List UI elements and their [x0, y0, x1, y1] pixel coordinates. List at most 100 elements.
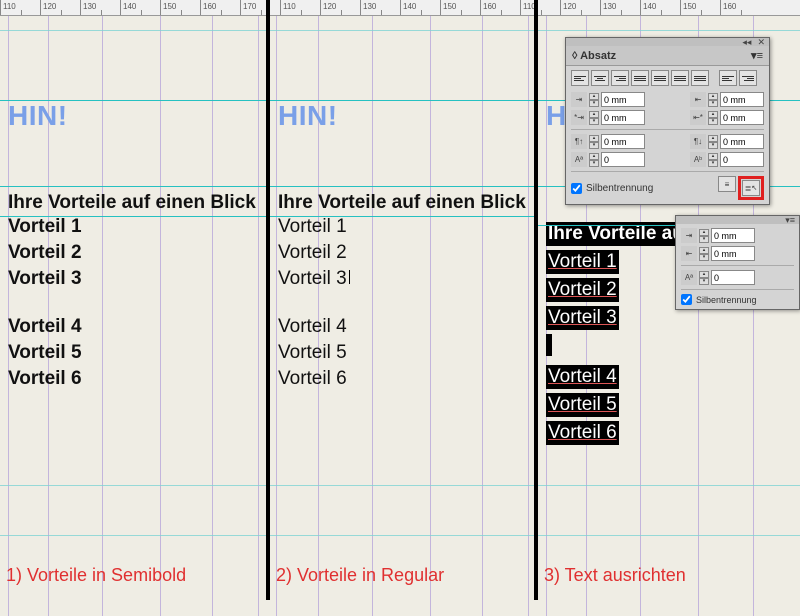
hyphenation-label: Silbentrennung	[696, 295, 757, 305]
list-item: Vorteil 1	[8, 214, 256, 240]
value-input[interactable]	[711, 270, 755, 285]
collapse-icon[interactable]: ◂◂	[742, 37, 751, 48]
panel-grip[interactable]: ◂◂ ✕	[566, 38, 769, 46]
list-item: Vorteil 4	[278, 314, 526, 340]
ruler-top: 110 120 130 140 150 160 170 110 120 130 …	[0, 0, 800, 16]
list-item: Vorteil 5	[8, 340, 256, 366]
list-item: Vorteil 2	[8, 240, 256, 266]
list-item: Vorteil 6	[278, 366, 526, 392]
ruler-tick: 160	[200, 0, 240, 15]
close-icon[interactable]: ✕	[757, 37, 765, 48]
list-item: Vorteil 2	[278, 240, 526, 266]
ruler-tick: 150	[160, 0, 200, 15]
vorteile-list[interactable]: Vorteil 1 Vorteil 2 Vorteil 3 Vorteil 4 …	[8, 214, 256, 392]
ruler-tick: 110	[0, 0, 40, 15]
spinner[interactable]: ▴▾	[699, 271, 709, 285]
space-before-input[interactable]	[601, 134, 645, 149]
list-item: Vorteil 4	[8, 314, 256, 340]
spinner[interactable]: ▴▾	[699, 229, 709, 243]
panel-tab[interactable]: ◊ Absatz ▾≡	[566, 46, 769, 66]
vorteile-list[interactable]: Vorteil 1 Vorteil 2 Vorteil 3 Vorteil 4 …	[278, 214, 526, 392]
panel-menu-icon[interactable]: ▾≡	[785, 215, 795, 226]
dropcap-icon: Aª	[681, 270, 697, 285]
spinner[interactable]: ▴▾	[708, 153, 718, 167]
justify-left-button[interactable]	[631, 70, 649, 86]
spinner[interactable]: ▴▾	[589, 153, 599, 167]
ruler-tick: 150	[440, 0, 480, 15]
no-shading-button[interactable]: ≡	[718, 176, 736, 192]
right-indent-input[interactable]	[720, 92, 764, 107]
ruler-tick: 120	[40, 0, 80, 15]
justify-right-button[interactable]	[671, 70, 689, 86]
list-item: Vorteil 3	[8, 266, 256, 292]
spinner[interactable]: ▴▾	[708, 93, 718, 107]
spinner[interactable]: ▴▾	[699, 247, 709, 261]
space-after-icon: ¶↓	[690, 134, 706, 149]
ruler-tick: 130	[360, 0, 400, 15]
spinner[interactable]: ▴▾	[708, 111, 718, 125]
absatz-panel[interactable]: ◂◂ ✕ ◊ Absatz ▾≡ ⇥▴▾ ⇤▴▾ *⇥▴▾ ⇤*▴▾	[565, 37, 770, 205]
dropcap-chars-icon: Aᵇ	[690, 152, 706, 167]
right-indent-icon: ⇤	[690, 92, 706, 107]
ruler-tick: 140	[640, 0, 680, 15]
ruler-tick: 130	[600, 0, 640, 15]
align-to-baseline-button[interactable]: ≣↖	[738, 176, 764, 200]
justify-all-button[interactable]	[691, 70, 709, 86]
space-before-icon: ¶↑	[571, 134, 587, 149]
list-item: Vorteil 1	[278, 214, 526, 240]
align-center-button[interactable]	[591, 70, 609, 86]
headline: Ihre Vorteile auf einen Blick	[8, 192, 256, 214]
indent-icon: ⇥	[681, 228, 697, 243]
panel-grip[interactable]: ▾≡	[676, 216, 799, 224]
caption-3: 3) Text ausrichten	[544, 565, 686, 586]
list-item: Vorteil 5	[278, 340, 526, 366]
align-left-button[interactable]	[571, 70, 589, 86]
justify-center-button[interactable]	[651, 70, 669, 86]
spinner[interactable]: ▴▾	[708, 135, 718, 149]
align-toward-spine-button[interactable]	[719, 70, 737, 86]
column-divider	[534, 0, 538, 600]
dropcap-lines-input[interactable]	[601, 152, 645, 167]
ruler-tick: 150	[680, 0, 720, 15]
list-item: Vorteil 6	[8, 366, 256, 392]
text-cursor-icon	[347, 270, 353, 284]
indent-icon: ⇤	[681, 246, 697, 261]
ruler-tick: 160	[720, 0, 760, 15]
ruler-tick: 120	[560, 0, 600, 15]
left-indent-icon: ⇥	[571, 92, 587, 107]
spinner[interactable]: ▴▾	[589, 135, 599, 149]
ruler-tick: 110	[280, 0, 320, 15]
hin-heading: HIN!	[8, 100, 256, 132]
left-indent-input[interactable]	[601, 92, 645, 107]
list-item: Vorteil 6	[546, 421, 798, 449]
last-line-input[interactable]	[720, 110, 764, 125]
absatz-panel-secondary[interactable]: ▾≡ ⇥▴▾ ⇤▴▾ Aª▴▾ Silbentrennung	[675, 215, 800, 310]
ruler-tick: 140	[120, 0, 160, 15]
align-away-spine-button[interactable]	[739, 70, 757, 86]
panel-menu-icon[interactable]: ▾≡	[751, 49, 763, 62]
view-column-2: HIN! Ihre Vorteile auf einen Blick Vorte…	[270, 0, 534, 600]
spinner[interactable]: ▴▾	[589, 93, 599, 107]
value-input[interactable]	[711, 246, 755, 261]
hyphenation-checkbox[interactable]	[681, 294, 692, 305]
spinner[interactable]: ▴▾	[589, 111, 599, 125]
align-right-button[interactable]	[611, 70, 629, 86]
list-item: Vorteil 3	[278, 266, 526, 292]
ruler-tick: 170	[240, 0, 280, 15]
caption-2: 2) Vorteile in Regular	[276, 565, 444, 586]
dropcap-chars-input[interactable]	[720, 152, 764, 167]
first-line-input[interactable]	[601, 110, 645, 125]
hyphenation-checkbox[interactable]	[571, 183, 582, 194]
value-input[interactable]	[711, 228, 755, 243]
list-item: Vorteil 5	[546, 393, 798, 421]
headline: Ihre Vorteile auf einen Blick	[278, 192, 526, 214]
ruler-tick: 120	[320, 0, 360, 15]
view-column-1: HIN! Ihre Vorteile auf einen Blick Vorte…	[0, 0, 266, 600]
ruler-tick: 160	[480, 0, 520, 15]
ruler-tick: 140	[400, 0, 440, 15]
ruler-tick: 130	[80, 0, 120, 15]
dropcap-lines-icon: Aª	[571, 152, 587, 167]
ruler-tick: 110	[520, 0, 560, 15]
hin-heading: HIN!	[278, 100, 526, 132]
space-after-input[interactable]	[720, 134, 764, 149]
